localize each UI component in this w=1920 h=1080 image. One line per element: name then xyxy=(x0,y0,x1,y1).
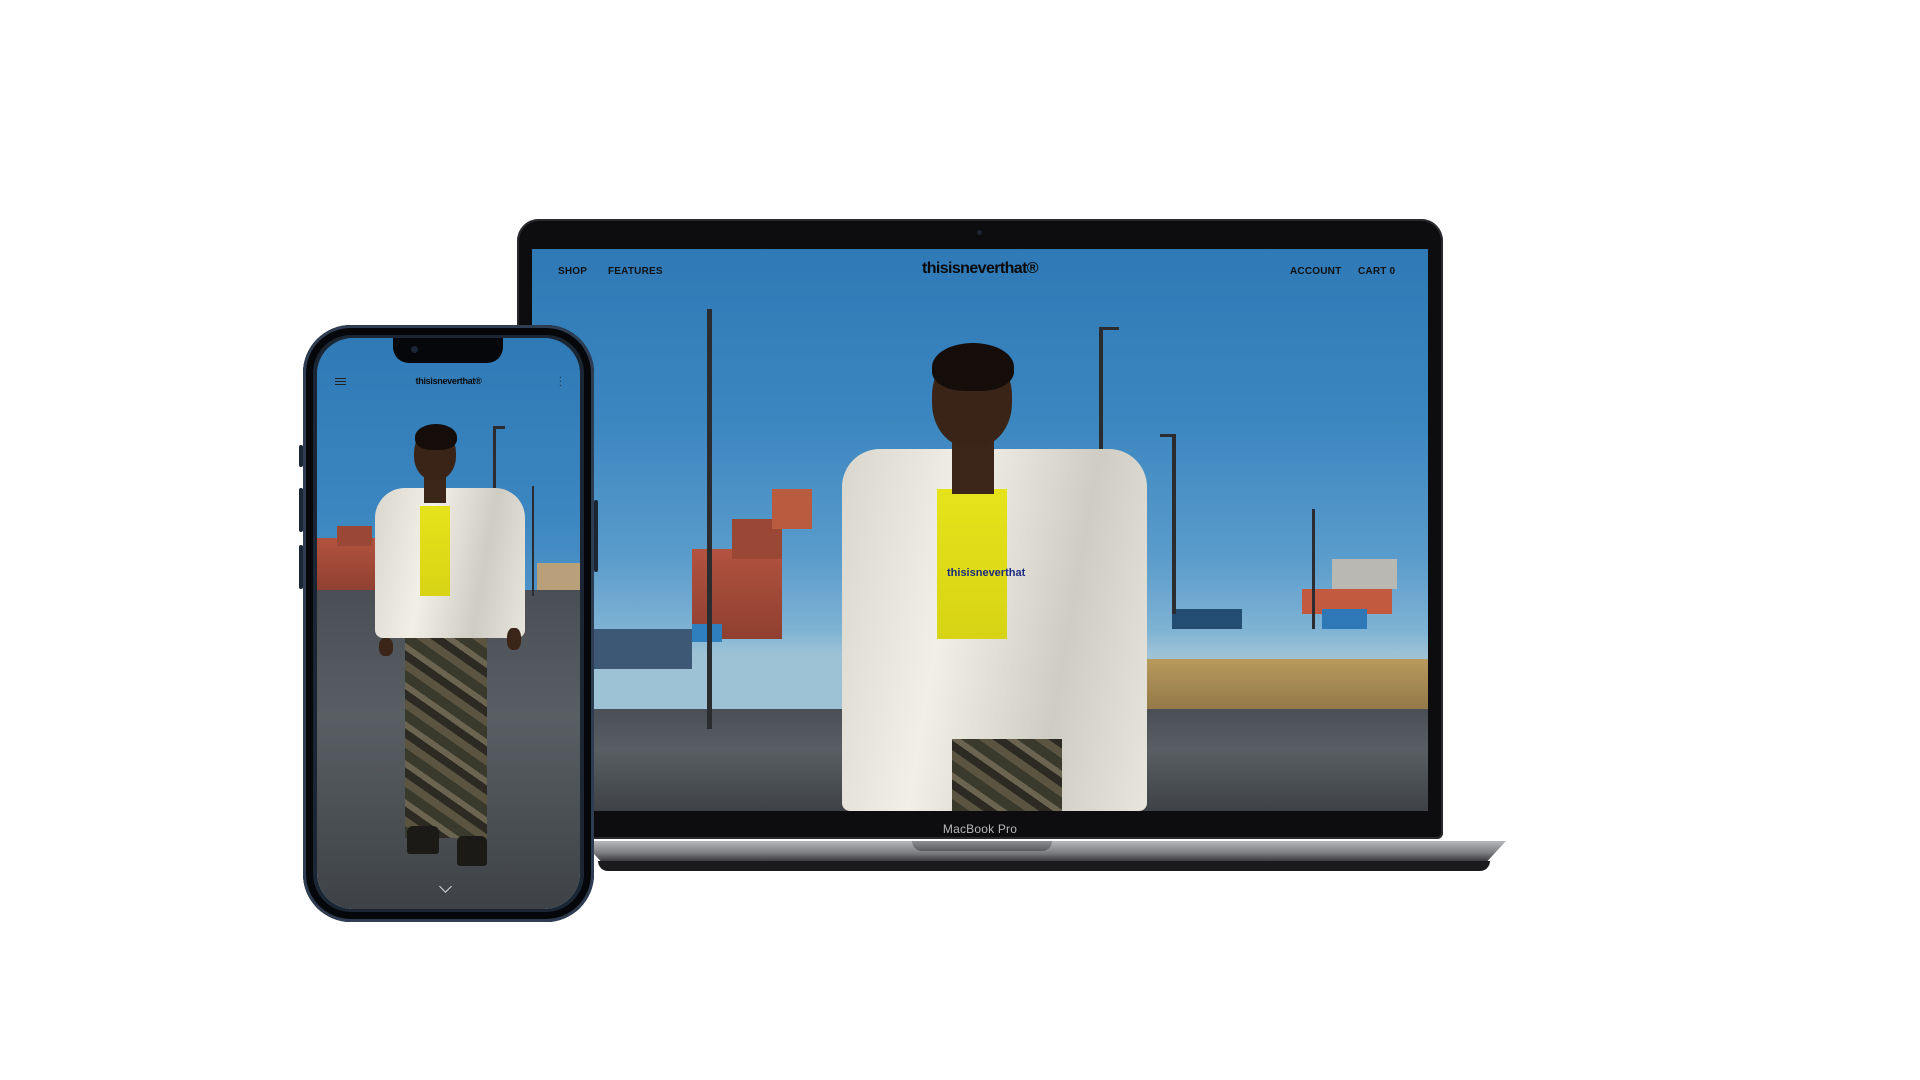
phone-lamp-head xyxy=(493,426,505,429)
kebab-more-icon[interactable]: · · · xyxy=(559,373,562,391)
phone-screen: thisisneverthat® · · · xyxy=(317,338,580,909)
site-header: SHOP FEATURES thisisneverthat® ACCOUNT C… xyxy=(532,249,1428,289)
phone-lamp-post xyxy=(532,486,534,596)
phone-device: thisisneverthat® · · · xyxy=(303,325,594,922)
laptop-camera xyxy=(977,230,982,235)
phone-hero-container xyxy=(317,538,377,593)
nav-account-link[interactable]: ACCOUNT xyxy=(1290,266,1341,277)
hero-lamp-post xyxy=(1172,434,1176,614)
laptop-model-label: MacBook Pro xyxy=(942,822,1018,836)
hero-container xyxy=(772,489,812,529)
phone-hero-pants xyxy=(405,613,487,838)
hero-container xyxy=(1172,609,1242,629)
hero-tshirt xyxy=(937,489,1007,639)
phone-hero-hand xyxy=(379,638,393,656)
laptop-device: thisisneverthat SHOP FEATURES thisisneve… xyxy=(517,219,1443,839)
phone-hero-boot xyxy=(457,836,487,866)
phone-hero-jacket xyxy=(375,488,525,638)
hero-hair xyxy=(932,343,1014,391)
laptop-base-lip xyxy=(598,861,1490,871)
laptop-hinge-notch xyxy=(912,841,1052,851)
hero-pants xyxy=(952,739,1062,811)
hero-container xyxy=(1332,559,1397,589)
phone-hero-hand xyxy=(507,628,521,650)
hero-lamp-head xyxy=(1099,327,1119,330)
hero-lamp-post xyxy=(707,309,712,729)
nav-cart-link[interactable]: CART 0 xyxy=(1358,266,1395,277)
hero-shirt-print: thisisneverthat xyxy=(947,567,1026,579)
hero-building xyxy=(582,629,692,669)
hero-container xyxy=(1322,609,1367,629)
laptop-screen: thisisneverthat SHOP FEATURES thisisneve… xyxy=(532,249,1428,811)
phone-camera xyxy=(411,346,418,353)
hero-lamp-head xyxy=(1160,434,1174,437)
phone-notch xyxy=(393,338,503,363)
phone-hero-tshirt xyxy=(420,506,450,596)
phone-hero-hair xyxy=(415,424,457,450)
phone-hero-container xyxy=(337,526,372,546)
phone-power-button xyxy=(594,500,598,572)
hero-lamp-post xyxy=(1312,509,1315,629)
phone-site-logo[interactable]: thisisneverthat® xyxy=(317,376,580,386)
phone-hero-boot xyxy=(407,826,439,854)
